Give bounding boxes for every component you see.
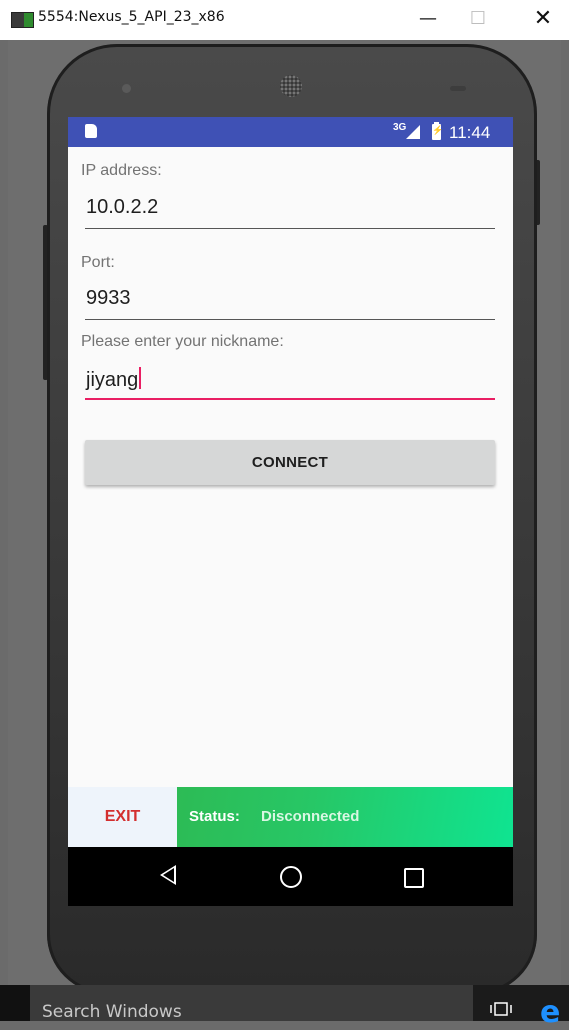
sd-card-icon	[85, 124, 97, 138]
windows-taskbar: Search Windows e	[0, 985, 569, 1030]
ip-address-field[interactable]: 10.0.2.2	[85, 189, 495, 229]
nickname-value-wrap: jiyang	[86, 367, 142, 392]
port-label: Port:	[81, 254, 115, 271]
task-view-icon[interactable]	[490, 1001, 514, 1021]
bottom-bar: EXIT Status: Disconnected	[68, 787, 513, 847]
status-panel: Status: Disconnected	[177, 787, 513, 847]
text-cursor	[139, 367, 142, 389]
status-value: Disconnected	[261, 808, 360, 825]
close-button[interactable]: ✕	[520, 0, 566, 40]
exit-button[interactable]: EXIT	[68, 787, 177, 847]
battery-charging-icon	[432, 122, 443, 140]
search-placeholder: Search Windows	[42, 1002, 182, 1022]
nickname-field[interactable]: jiyang	[85, 360, 495, 400]
android-nav-bar	[68, 847, 513, 906]
status-label: Status:	[189, 808, 240, 825]
ip-address-underline	[85, 228, 495, 229]
nickname-underline	[85, 398, 495, 400]
port-field[interactable]: 9933	[85, 280, 495, 320]
emulator-app-icon	[11, 12, 34, 28]
ip-address-label: IP address:	[81, 162, 162, 179]
home-icon[interactable]	[280, 866, 302, 888]
port-value: 9933	[86, 287, 131, 309]
window-title: 5554:Nexus_5_API_23_x86	[38, 9, 225, 25]
speaker-grille	[280, 75, 302, 97]
start-button[interactable]	[0, 985, 30, 1021]
minimize-button[interactable]: —	[405, 0, 451, 40]
nickname-value: jiyang	[86, 369, 139, 391]
status-clock: 11:44	[449, 123, 491, 142]
ip-address-value: 10.0.2.2	[86, 196, 159, 218]
android-status-bar: 3G 11:44	[68, 117, 513, 147]
edge-icon[interactable]: e	[540, 995, 560, 1030]
proximity-sensor	[450, 86, 466, 91]
front-camera-icon	[122, 84, 131, 93]
back-icon[interactable]	[160, 865, 176, 885]
port-underline	[85, 319, 495, 320]
window-titlebar: 5554:Nexus_5_API_23_x86 — ☐ ✕	[0, 0, 569, 40]
signal-icon	[406, 125, 420, 139]
phone-screen: 3G 11:44 IP address: 10.0.2.2 Port: 9933…	[68, 117, 513, 906]
nickname-label: Please enter your nickname:	[81, 333, 284, 350]
network-type-label: 3G	[393, 122, 407, 133]
connect-button[interactable]: CONNECT	[85, 440, 495, 485]
recent-apps-icon[interactable]	[404, 868, 424, 888]
search-box[interactable]: Search Windows	[30, 985, 473, 1022]
maximize-button[interactable]: ☐	[455, 0, 501, 40]
